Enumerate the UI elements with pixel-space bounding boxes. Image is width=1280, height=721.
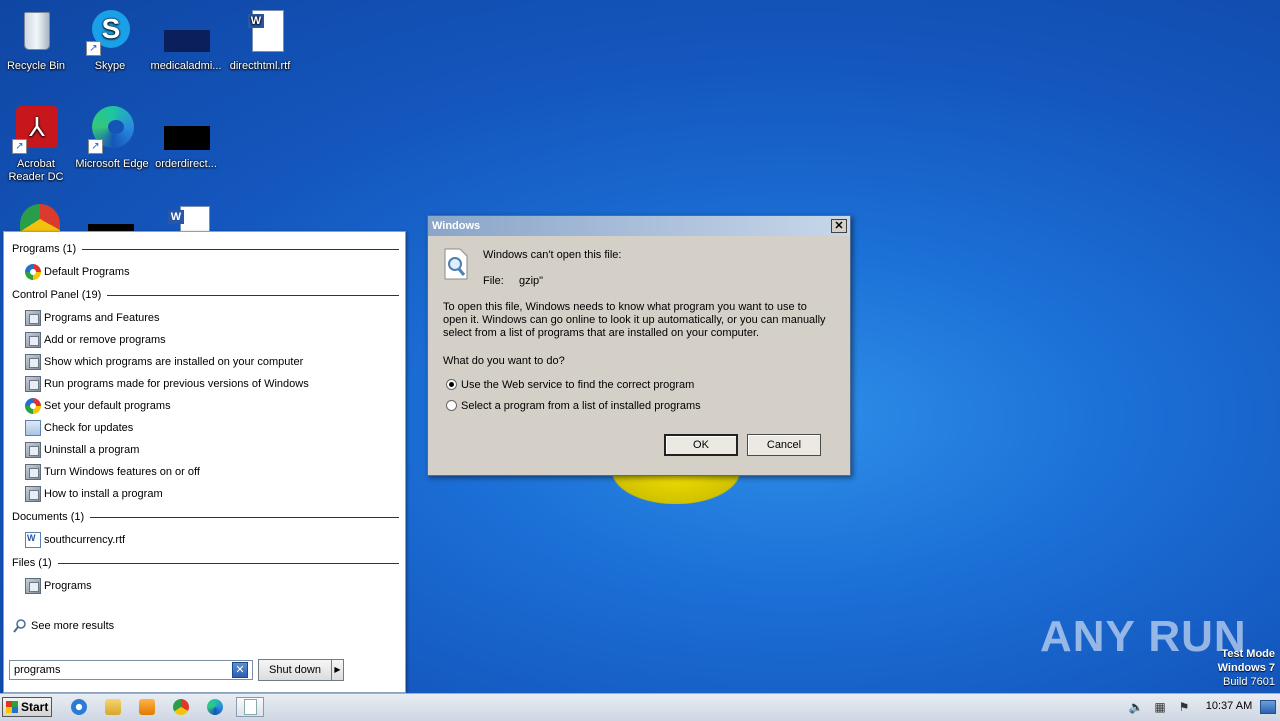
result-windows-features[interactable]: Turn Windows features on or off	[25, 462, 200, 482]
result-programs-folder[interactable]: Programs	[25, 576, 92, 596]
shortcut-arrow-icon: ↗	[12, 139, 27, 154]
watermark-line-3: Build 7601	[1223, 676, 1275, 688]
control-panel-icon	[25, 332, 41, 348]
web-service-option-label[interactable]: Use the Web service to find the correct …	[461, 379, 694, 391]
chrome-desktop-icon[interactable]	[20, 204, 60, 234]
network-icon[interactable]: ▦	[1152, 699, 1168, 715]
desktop-icon-skype[interactable]: S ↗ Skype	[72, 8, 148, 73]
file-label: File:	[483, 275, 504, 287]
start-button[interactable]: Start	[2, 697, 52, 717]
control-panel-icon	[25, 310, 41, 326]
control-panel-icon	[25, 464, 41, 480]
dialog-heading: Windows can't open this file:	[483, 249, 622, 261]
control-panel-icon	[25, 486, 41, 502]
default-programs-icon	[25, 398, 41, 414]
search-icon	[12, 618, 28, 634]
file-search-icon	[443, 248, 469, 280]
result-southcurrency-rtf[interactable]: southcurrency.rtf	[25, 530, 125, 550]
acrobat-icon: ⅄ ↗	[12, 106, 60, 154]
result-how-to-install[interactable]: How to install a program	[25, 484, 163, 504]
black-file-icon	[162, 106, 210, 154]
ok-button[interactable]: OK	[664, 434, 738, 456]
speaker-icon[interactable]: 🔈	[1128, 699, 1144, 715]
dialog-description-line-2: open it. Windows can go online to look i…	[443, 314, 826, 326]
folder-icon	[25, 578, 41, 594]
word-document-icon: W	[236, 8, 284, 56]
result-run-previous-versions[interactable]: Run programs made for previous versions …	[25, 374, 309, 394]
watermark-line-2: Windows 7	[1217, 662, 1275, 674]
desktop-icon-directhtml[interactable]: W directhtml.rtf	[222, 8, 298, 73]
shutdown-button[interactable]: Shut down	[258, 659, 332, 681]
black-file-icon	[162, 8, 210, 56]
file-explorer-icon[interactable]	[102, 697, 124, 717]
result-show-installed-programs[interactable]: Show which programs are installed on you…	[25, 352, 303, 372]
result-default-programs[interactable]: Default Programs	[25, 262, 130, 282]
dialog-description-line-3: select from a list of programs that are …	[443, 327, 760, 339]
desktop-icon-orderdirect[interactable]: orderdirect...	[148, 106, 224, 171]
file-name: gzip"	[519, 275, 544, 287]
windows-logo-icon	[6, 701, 18, 713]
open-with-dialog: Windows ✕ Windows can't open this file: …	[427, 215, 851, 476]
result-check-for-updates[interactable]: Check for updates	[25, 418, 133, 438]
start-menu: Programs (1) Default Programs Control Pa…	[3, 231, 406, 693]
clear-search-icon[interactable]: ✕	[232, 662, 248, 678]
dialog-title-bar[interactable]: Windows	[428, 216, 850, 236]
control-panel-icon	[25, 354, 41, 370]
action-center-flag-icon[interactable]: ⚑	[1176, 699, 1192, 715]
result-add-remove-programs[interactable]: Add or remove programs	[25, 330, 166, 350]
test-mode-watermark: Test Mode Windows 7 Build 7601	[1215, 647, 1275, 689]
taskbar: Start 🔈 ▦ ⚑ 10:37 AM	[0, 693, 1280, 721]
cancel-button[interactable]: Cancel	[747, 434, 821, 456]
select-program-radio[interactable]	[446, 400, 457, 411]
edge-icon[interactable]	[204, 697, 226, 717]
see-more-results-link[interactable]: See more results	[12, 616, 114, 636]
result-uninstall-program[interactable]: Uninstall a program	[25, 440, 139, 460]
watermark-line-1: Test Mode	[1221, 648, 1275, 660]
section-programs: Programs (1)	[12, 242, 399, 256]
skype-icon: S ↗	[86, 8, 134, 56]
windows-update-icon	[25, 420, 41, 436]
desktop-icon-edge[interactable]: ↗ Microsoft Edge	[74, 106, 150, 171]
dialog-title: Windows	[432, 220, 481, 232]
dialog-description-line-1: To open this file, Windows needs to know…	[443, 301, 807, 313]
word-document-icon	[25, 532, 41, 548]
edge-icon: ↗	[88, 106, 136, 154]
select-program-option-label[interactable]: Select a program from a list of installe…	[461, 400, 701, 412]
web-service-radio[interactable]	[446, 379, 457, 390]
shutdown-options-arrow-icon[interactable]: ▶	[331, 659, 344, 681]
section-files: Files (1)	[12, 556, 399, 570]
chrome-icon[interactable]	[170, 697, 192, 717]
desktop-icon-recycle-bin[interactable]: Recycle Bin	[0, 8, 74, 73]
dialog-close-button[interactable]: ✕	[831, 219, 847, 233]
shortcut-arrow-icon: ↗	[88, 139, 103, 154]
start-search-input[interactable]	[9, 660, 253, 680]
section-control-panel: Control Panel (19)	[12, 288, 399, 302]
show-desktop-icon[interactable]	[1260, 700, 1276, 714]
media-player-icon[interactable]	[136, 697, 158, 717]
taskbar-clock[interactable]: 10:37 AM	[1200, 700, 1258, 712]
word-document-icon[interactable]: W	[164, 204, 210, 236]
section-documents: Documents (1)	[12, 510, 399, 524]
control-panel-icon	[25, 376, 41, 392]
internet-explorer-icon[interactable]	[68, 697, 90, 717]
shortcut-arrow-icon: ↗	[86, 41, 101, 56]
result-set-default-programs[interactable]: Set your default programs	[25, 396, 171, 416]
desktop-icon-medicaladmin[interactable]: medicaladmi...	[148, 8, 224, 73]
notepad-icon[interactable]	[236, 697, 264, 717]
result-programs-and-features[interactable]: Programs and Features	[25, 308, 160, 328]
dialog-question: What do you want to do?	[443, 355, 565, 367]
default-programs-icon	[25, 264, 41, 280]
desktop-icon-acrobat[interactable]: ⅄ ↗ Acrobat Reader DC	[0, 106, 74, 184]
recycle-bin-icon	[12, 8, 60, 56]
control-panel-icon	[25, 442, 41, 458]
